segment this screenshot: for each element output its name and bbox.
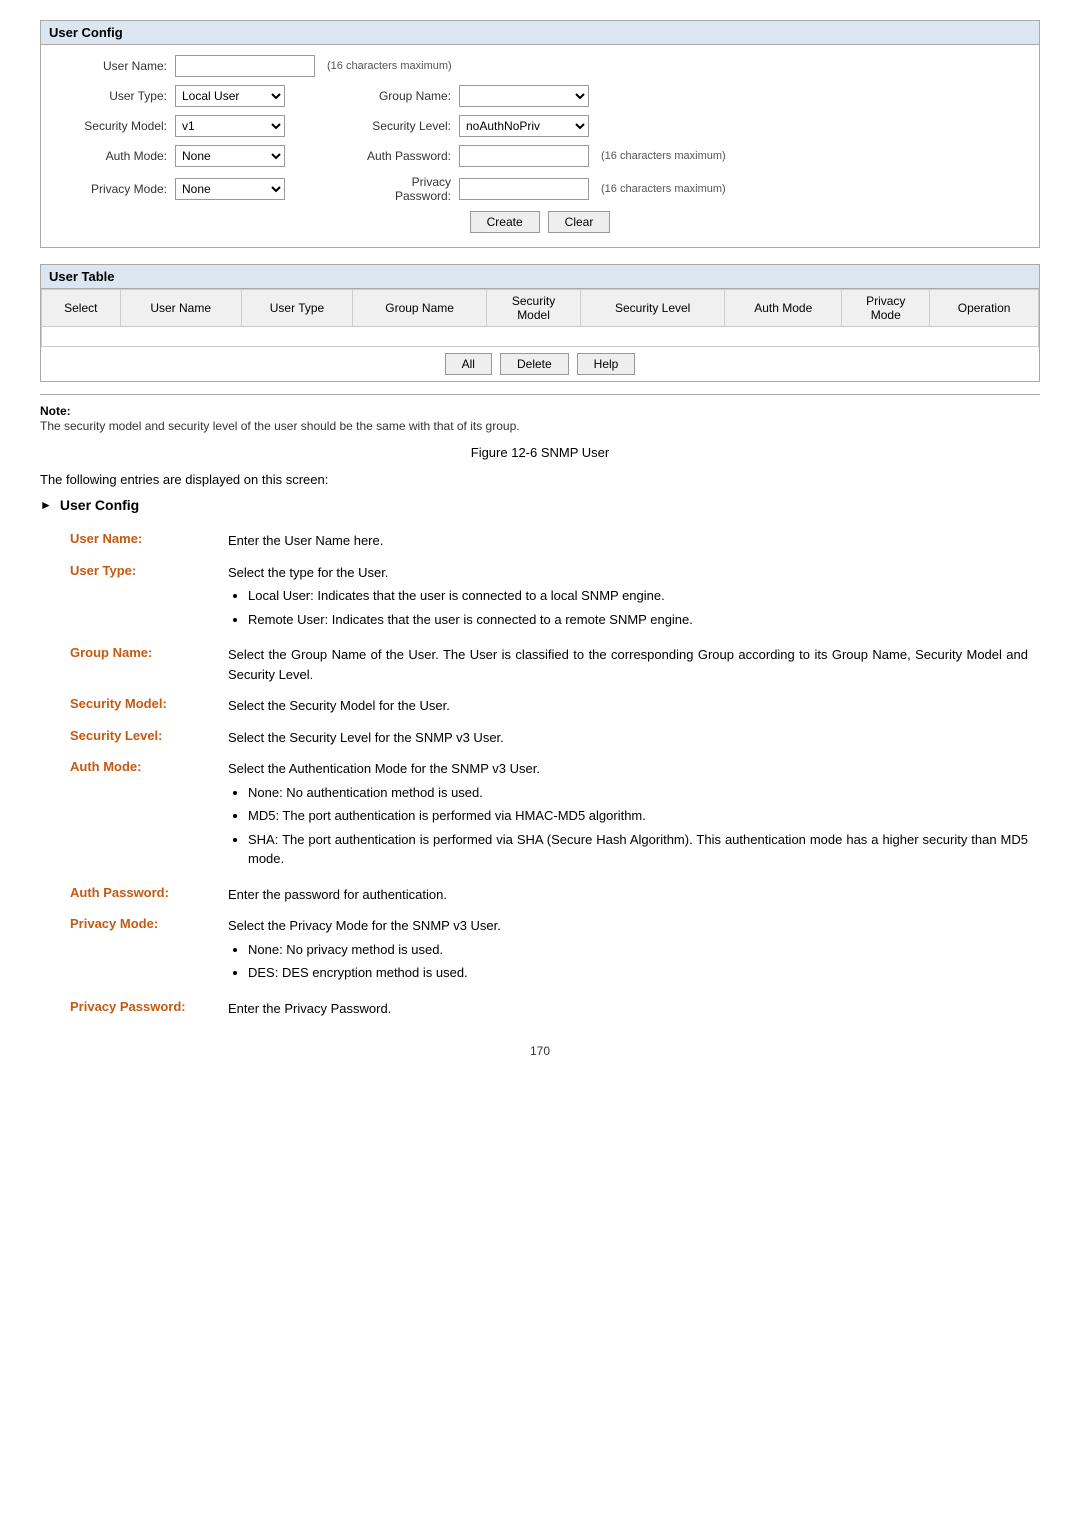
user-name-hint: (16 characters maximum) <box>327 60 452 72</box>
privacy-mode-password-row: Privacy Mode: None DES Privacy Password:… <box>57 175 1023 203</box>
desc-row: User Name:Enter the User Name here. <box>40 525 1040 557</box>
desc-term: User Type: <box>40 557 220 640</box>
user-type-select[interactable]: Local User Remote User <box>175 85 285 107</box>
user-name-input[interactable] <box>175 55 315 77</box>
desc-def: Enter the Privacy Password. <box>220 993 1040 1025</box>
list-item: DES: DES encryption method is used. <box>248 963 1028 983</box>
col-group-name: Group Name <box>353 290 487 327</box>
col-security-level: Security Level <box>581 290 725 327</box>
user-type-group-row: User Type: Local User Remote User Group … <box>57 85 1023 107</box>
note-text: The security model and security level of… <box>40 419 520 433</box>
desc-row: User Type:Select the type for the User.L… <box>40 557 1040 640</box>
col-security-model: SecurityModel <box>486 290 580 327</box>
user-name-label: User Name: <box>57 59 167 73</box>
desc-def: Select the Group Name of the User. The U… <box>220 639 1040 690</box>
list-item: None: No authentication method is used. <box>248 783 1028 803</box>
col-privacy-mode: PrivacyMode <box>842 290 930 327</box>
auth-mode-label: Auth Mode: <box>57 149 167 163</box>
user-table-box: User Table Select User Name User Type Gr… <box>40 264 1040 382</box>
security-model-level-row: Security Model: v1 v2c v3 Security Level… <box>57 115 1023 137</box>
user-table-title: User Table <box>41 265 1039 289</box>
list-item: SHA: The port authentication is performe… <box>248 830 1028 869</box>
privacy-password-hint: (16 characters maximum) <box>601 183 726 195</box>
auth-password-label: Auth Password: <box>361 149 451 163</box>
desc-term: Auth Password: <box>40 879 220 911</box>
desc-def: Select the Authentication Mode for the S… <box>220 753 1040 879</box>
privacy-password-input[interactable] <box>459 178 589 200</box>
group-name-select[interactable] <box>459 85 589 107</box>
desc-intro: The following entries are displayed on t… <box>40 472 1040 487</box>
list-item: Local User: Indicates that the user is c… <box>248 586 1028 606</box>
list-item: Remote User: Indicates that the user is … <box>248 610 1028 630</box>
desc-term: Group Name: <box>40 639 220 690</box>
desc-def: Select the Privacy Mode for the SNMP v3 … <box>220 910 1040 993</box>
all-button[interactable]: All <box>445 353 492 375</box>
note-label: Note: <box>40 404 71 418</box>
desc-row: Security Model:Select the Security Model… <box>40 690 1040 722</box>
section-heading: ► User Config <box>40 497 1040 513</box>
desc-row: Auth Password:Enter the password for aut… <box>40 879 1040 911</box>
description-table: User Name:Enter the User Name here.User … <box>40 525 1040 1024</box>
group-name-label: Group Name: <box>361 89 451 103</box>
user-table: Select User Name User Type Group Name Se… <box>41 289 1039 347</box>
desc-def: Select the type for the User.Local User:… <box>220 557 1040 640</box>
user-config-box: User Config User Name: (16 characters ma… <box>40 20 1040 248</box>
security-level-select[interactable]: noAuthNoPriv authNoPriv authPriv <box>459 115 589 137</box>
desc-row: Security Level:Select the Security Level… <box>40 722 1040 754</box>
desc-term: Privacy Mode: <box>40 910 220 993</box>
desc-def: Enter the User Name here. <box>220 525 1040 557</box>
arrow-icon: ► <box>40 498 52 512</box>
user-name-row: User Name: (16 characters maximum) <box>57 55 1023 77</box>
desc-term: Privacy Password: <box>40 993 220 1025</box>
desc-def: Select the Security Model for the User. <box>220 690 1040 722</box>
privacy-password-label: Privacy Password: <box>361 175 451 203</box>
privacy-mode-label: Privacy Mode: <box>57 182 167 196</box>
page-number: 170 <box>40 1044 1040 1058</box>
note-section: Note: The security model and security le… <box>40 394 1040 433</box>
clear-button[interactable]: Clear <box>548 211 611 233</box>
security-model-label: Security Model: <box>57 119 167 133</box>
desc-term: Security Level: <box>40 722 220 754</box>
table-buttons-row: All Delete Help <box>41 347 1039 381</box>
user-config-title: User Config <box>41 21 1039 45</box>
security-level-label: Security Level: <box>361 119 451 133</box>
figure-caption: Figure 12-6 SNMP User <box>40 445 1040 460</box>
help-button[interactable]: Help <box>577 353 636 375</box>
section-title: User Config <box>60 497 139 513</box>
desc-row: Privacy Password:Enter the Privacy Passw… <box>40 993 1040 1025</box>
user-type-label: User Type: <box>57 89 167 103</box>
security-model-select[interactable]: v1 v2c v3 <box>175 115 285 137</box>
desc-def: Enter the password for authentication. <box>220 879 1040 911</box>
config-buttons-row: Create Clear <box>57 211 1023 233</box>
table-empty-row <box>42 327 1039 347</box>
desc-row: Auth Mode:Select the Authentication Mode… <box>40 753 1040 879</box>
col-user-name: User Name <box>120 290 241 327</box>
desc-term: Auth Mode: <box>40 753 220 879</box>
auth-mode-password-row: Auth Mode: None MD5 SHA Auth Password: (… <box>57 145 1023 167</box>
col-select: Select <box>42 290 121 327</box>
list-item: None: No privacy method is used. <box>248 940 1028 960</box>
col-user-type: User Type <box>241 290 353 327</box>
desc-def: Select the Security Level for the SNMP v… <box>220 722 1040 754</box>
auth-mode-select[interactable]: None MD5 SHA <box>175 145 285 167</box>
col-auth-mode: Auth Mode <box>725 290 842 327</box>
list-item: MD5: The port authentication is performe… <box>248 806 1028 826</box>
desc-row: Privacy Mode:Select the Privacy Mode for… <box>40 910 1040 993</box>
col-operation: Operation <box>930 290 1039 327</box>
auth-password-input[interactable] <box>459 145 589 167</box>
delete-button[interactable]: Delete <box>500 353 569 375</box>
privacy-mode-select[interactable]: None DES <box>175 178 285 200</box>
desc-term: Security Model: <box>40 690 220 722</box>
create-button[interactable]: Create <box>470 211 540 233</box>
auth-password-hint: (16 characters maximum) <box>601 150 726 162</box>
desc-row: Group Name:Select the Group Name of the … <box>40 639 1040 690</box>
desc-term: User Name: <box>40 525 220 557</box>
